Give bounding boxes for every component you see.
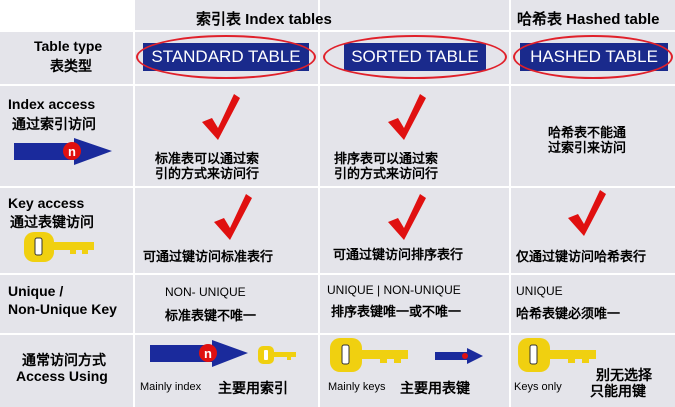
key-access-label: Key access	[8, 195, 85, 211]
unique-label-2: Non-Unique Key	[8, 301, 117, 317]
check-icon	[202, 94, 240, 140]
check-icon	[214, 194, 252, 240]
hashed-table-header: 哈希表 Hashed table	[517, 11, 660, 28]
sorted-index-text-2: 引的方式来访问行	[334, 166, 439, 181]
standard-unique-zh: 标准表键不唯一	[165, 308, 257, 323]
standard-table-highlight	[136, 35, 316, 79]
hashed-index-text-2: 过索引来访问	[548, 140, 627, 155]
index-access-label: Index access	[8, 96, 96, 112]
table-comparison-grid: 索引表 Index tables 哈希表 Hashed table Table …	[0, 0, 675, 407]
key-icon	[330, 338, 408, 372]
sorted-key-text: 可通过键访问排序表行	[333, 247, 464, 262]
blue-arrow-index-icon: n	[150, 340, 248, 367]
access-using-label-zh: 通常访问方式	[22, 352, 106, 368]
hashed-unique-en: UNIQUE	[516, 284, 563, 298]
standard-access-small: Mainly index	[140, 381, 202, 393]
sorted-access-small: Mainly keys	[328, 381, 386, 393]
table-type-label: Table type	[34, 38, 103, 54]
key-access-label-zh: 通过表键访问	[10, 214, 94, 230]
hashed-unique-zh: 哈希表键必须唯一	[516, 306, 621, 321]
key-icon	[518, 338, 596, 372]
sorted-table-highlight	[323, 35, 507, 79]
corner-cell	[0, 0, 133, 30]
index-badge-label: n	[68, 144, 76, 159]
blue-arrow-icon	[435, 348, 483, 364]
check-icon	[568, 190, 606, 236]
standard-index-text-2: 引的方式来访问行	[155, 166, 260, 181]
check-icon	[388, 194, 426, 240]
standard-access-zh: 主要用索引	[218, 380, 288, 396]
key-icon	[258, 346, 296, 364]
table-type-label-zh: 表类型	[50, 58, 92, 74]
unique-label-1: Unique /	[8, 283, 64, 299]
sorted-unique-zh: 排序表键唯一或不唯一	[331, 304, 462, 319]
index-tables-header: 索引表 Index tables	[196, 11, 332, 28]
hashed-access-small: Keys only	[514, 381, 562, 393]
hashed-table-highlight	[513, 35, 673, 79]
sorted-unique-en: UNIQUE | NON-UNIQUE	[327, 283, 461, 297]
key-icon	[24, 232, 94, 262]
access-using-label: Access Using	[16, 368, 108, 384]
blue-arrow-index-icon: n	[14, 138, 112, 165]
standard-key-text: 可通过键访问标准表行	[143, 249, 274, 264]
hashed-access-zh-2: 只能用键	[590, 383, 646, 399]
sorted-access-zh: 主要用表键	[400, 380, 470, 396]
hashed-key-text: 仅通过键访问哈希表行	[516, 249, 647, 264]
standard-unique-en: NON- UNIQUE	[165, 285, 246, 299]
index-access-label-zh: 通过索引访问	[12, 116, 96, 132]
index-badge-label: n	[204, 346, 212, 361]
check-icon	[388, 94, 426, 140]
